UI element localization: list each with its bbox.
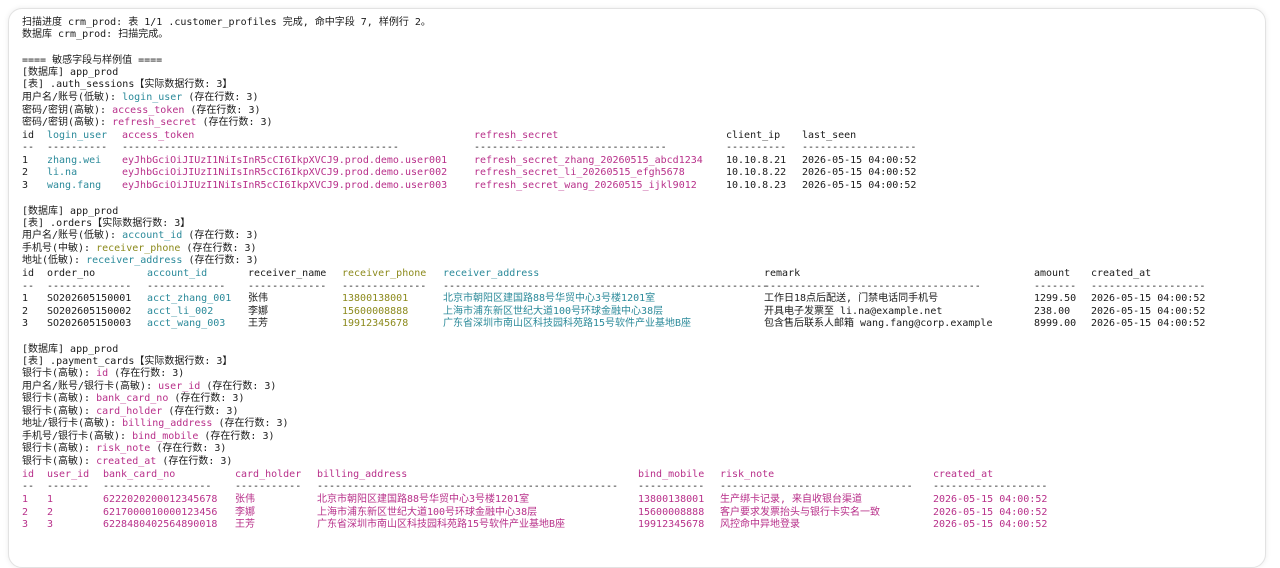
table-line-auth-sessions: [表] .auth_sessions【实际数据行数: 3】 xyxy=(22,79,233,90)
db-line-orders: [数据库] app_prod xyxy=(22,206,119,217)
column-header: bank_card_no xyxy=(103,469,176,480)
table-row: 1 zhang.wei eyJhbGciOiJIUzI1NiIsInR5cCI6… xyxy=(22,155,917,166)
column-header: billing_address xyxy=(317,469,408,480)
hit-line: 银行卡(高敏): bank_card_no (存在行数: 3) xyxy=(22,393,245,404)
table-row: 2 SO202605150002 acct_li_002 李娜 15600008… xyxy=(22,306,1206,317)
column-header: user_id xyxy=(47,469,90,480)
column-header: client_ip xyxy=(726,130,781,141)
db-line-auth-sessions: [数据库] app_prod xyxy=(22,67,119,78)
column-header: card_holder xyxy=(235,469,302,480)
table-divider-row: -- ------- ------------------ ----------… xyxy=(22,481,1048,492)
table-row: 1 1 6222020200012345678 张伟 北京市朝阳区建国路88号华… xyxy=(22,494,1048,505)
column-header: receiver_name xyxy=(248,268,327,279)
hit-line: 密码/密钥(高敏): access_token (存在行数: 3) xyxy=(22,105,261,116)
table-line-orders: [表] .orders【实际数据行数: 3】 xyxy=(22,218,191,229)
column-header: receiver_address xyxy=(443,268,540,279)
hit-line: 用户名/账号(低敏): login_user (存在行数: 3) xyxy=(22,92,259,103)
column-header: access_token xyxy=(122,130,195,141)
column-header: id xyxy=(22,130,35,141)
hit-line: 银行卡(高敏): risk_note (存在行数: 3) xyxy=(22,443,227,454)
column-header: risk_note xyxy=(720,469,775,480)
column-header: created_at xyxy=(933,469,994,480)
table-row: 2 2 6217000010000123456 李娜 上海市浦东新区世纪大道10… xyxy=(22,507,1048,518)
table-row: 2 li.na eyJhbGciOiJIUzI1NiIsInR5cCI6IkpX… xyxy=(22,167,917,178)
hit-line: 银行卡(高敏): created_at (存在行数: 3) xyxy=(22,456,233,467)
column-header: order_no xyxy=(47,268,96,279)
table-row: 1 SO202605150001 acct_zhang_001 张伟 13800… xyxy=(22,293,1206,304)
hit-line: 手机号(中敏): receiver_phone (存在行数: 3) xyxy=(22,243,257,254)
hit-line: 地址/银行卡(高敏): billing_address (存在行数: 3) xyxy=(22,418,289,429)
column-header: login_user xyxy=(47,130,108,141)
section-header: ==== 敏感字段与样例值 ==== xyxy=(22,55,163,66)
hit-line: 银行卡(高敏): id (存在行数: 3) xyxy=(22,368,185,379)
table-row: 3 SO202605150003 acct_wang_003 王芳 199123… xyxy=(22,318,1206,329)
table-header-row: id login_user access_token refresh_secre… xyxy=(22,130,856,142)
hit-line: 用户名/账号(低敏): account_id (存在行数: 3) xyxy=(22,230,259,241)
column-header: account_id xyxy=(147,268,208,279)
hit-line: 用户名/账号/银行卡(高敏): user_id (存在行数: 3) xyxy=(22,381,277,392)
column-header: receiver_phone xyxy=(342,268,427,279)
column-header: last_seen xyxy=(802,130,857,141)
table-row: 3 wang.fang eyJhbGciOiJIUzI1NiIsInR5cCI6… xyxy=(22,180,917,191)
hit-line: 地址(低敏): receiver_address (存在行数: 3) xyxy=(22,255,259,266)
table-divider-row: -- -------------- ------------- --------… xyxy=(22,281,1206,292)
column-header: id xyxy=(22,268,35,279)
table-row: 3 3 6228480402564890018 王芳 广东省深圳市南山区科技园科… xyxy=(22,519,1048,530)
column-header: bind_mobile xyxy=(638,469,705,480)
scan-progress-line: 扫描进度 crm_prod: 表 1/1 .customer_profiles … xyxy=(22,17,431,28)
hit-line: 银行卡(高敏): card_holder (存在行数: 3) xyxy=(22,406,239,417)
hit-line: 手机号/银行卡(高敏): bind_mobile (存在行数: 3) xyxy=(22,431,275,442)
terminal-output-window[interactable]: 扫描进度 crm_prod: 表 1/1 .customer_profiles … xyxy=(8,8,1266,568)
db-line-payment-cards: [数据库] app_prod xyxy=(22,344,119,355)
hit-line: 密码/密钥(高敏): refresh_secret (存在行数: 3) xyxy=(22,117,273,128)
column-header: created_at xyxy=(1091,268,1152,279)
scan-complete-line: 数据库 crm_prod: 扫描完成。 xyxy=(22,29,169,40)
table-line-payment-cards: [表] .payment_cards【实际数据行数: 3】 xyxy=(22,356,233,367)
column-header: remark xyxy=(764,268,801,279)
table-header-row: id user_id bank_card_no card_holder bill… xyxy=(22,469,993,481)
table-divider-row: -- ---------- --------------------------… xyxy=(22,142,917,153)
column-header: id xyxy=(22,469,35,480)
column-header: amount xyxy=(1034,268,1071,279)
column-header: refresh_secret xyxy=(474,130,559,141)
table-header-row: id order_no account_id receiver_name rec… xyxy=(22,268,1151,280)
